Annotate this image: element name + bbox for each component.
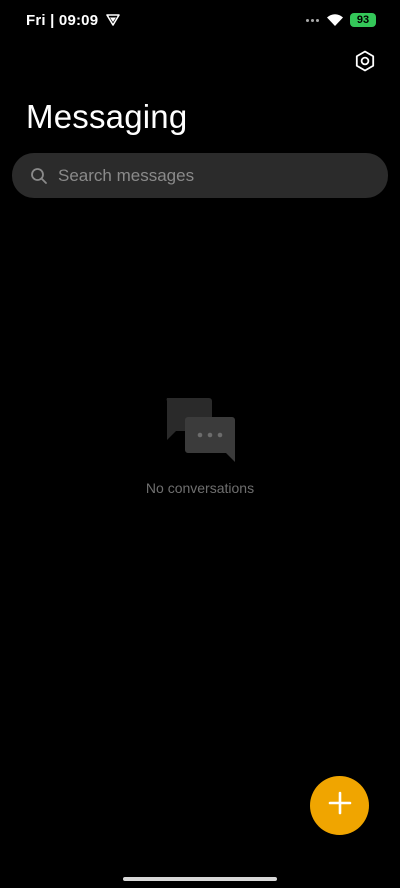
new-message-button[interactable] — [310, 776, 369, 835]
status-bar: Fri | 09:09 93 — [0, 0, 400, 40]
wifi-icon — [326, 13, 344, 27]
status-time: Fri | 09:09 — [26, 11, 99, 29]
plus-icon — [328, 791, 352, 820]
settings-button[interactable] — [352, 50, 378, 76]
home-indicator[interactable] — [123, 877, 277, 881]
status-left: Fri | 09:09 — [26, 11, 121, 29]
vpn-icon — [106, 13, 121, 27]
empty-state-text: No conversations — [145, 480, 255, 496]
page-title: Messaging — [26, 98, 188, 135]
more-dots-icon — [306, 17, 320, 23]
search-icon — [30, 167, 48, 185]
search-bar[interactable] — [12, 153, 388, 198]
messaging-screen: Fri | 09:09 93 Messaging Search messages… — [0, 0, 400, 888]
gear-icon — [354, 50, 376, 77]
chat-bubbles-icon — [162, 396, 238, 464]
battery-level: 93 — [356, 14, 370, 26]
empty-state: No conversations — [0, 396, 400, 496]
battery-icon: 93 — [350, 13, 376, 27]
status-right: 93 — [306, 13, 376, 27]
search-input[interactable] — [58, 165, 370, 186]
